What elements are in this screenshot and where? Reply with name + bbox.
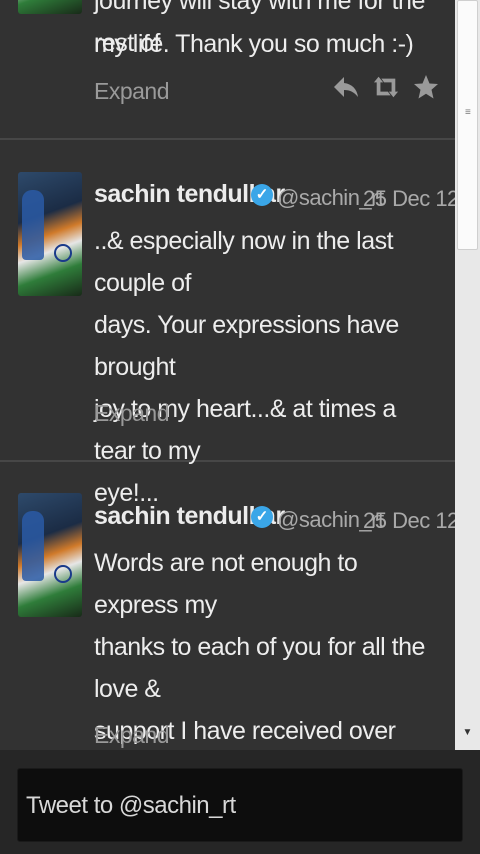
avatar[interactable] <box>18 172 82 296</box>
scrollbar-grip-icon: ≡ <box>465 107 471 118</box>
tweet-timeline[interactable]: journey will stay with me for the rest o… <box>0 0 455 750</box>
tweet-item[interactable]: sachin tendulkar ✓ @sachin_rt 25 Dec 12 … <box>0 140 455 507</box>
reply-icon[interactable] <box>333 74 359 100</box>
scrollbar-thumb[interactable]: ≡ <box>457 0 478 250</box>
tweet-compose-input[interactable]: Tweet to @sachin_rt <box>17 768 463 842</box>
expand-link[interactable]: Expand <box>94 78 170 105</box>
scrollbar[interactable]: ≡ ▼ <box>455 0 480 750</box>
retweet-icon[interactable] <box>373 74 399 100</box>
tweet-date[interactable]: 25 Dec 12 <box>363 508 455 534</box>
avatar-flag-wheel <box>54 244 72 262</box>
scroll-down-arrow-icon[interactable]: ▼ <box>455 727 480 738</box>
expand-link[interactable]: Expand <box>94 400 170 427</box>
tweet-actions <box>333 74 439 100</box>
avatar-flag-wheel <box>54 565 72 583</box>
verified-icon: ✓ <box>251 506 273 528</box>
tweet-date[interactable]: 25 Dec 12 <box>363 186 455 212</box>
tweet-item[interactable]: sachin tendulkar ✓ @sachin_rt 25 Dec 12 … <box>0 462 455 750</box>
avatar[interactable] <box>18 0 82 14</box>
compose-bar: Tweet to @sachin_rt <box>0 750 480 854</box>
avatar[interactable] <box>18 493 82 617</box>
expand-link[interactable]: Expand <box>94 722 170 749</box>
tweet-text-line: my life. Thank you so much :-) <box>94 30 414 58</box>
avatar-figure <box>22 190 44 260</box>
verified-icon: ✓ <box>251 184 273 206</box>
tweet-text: Words are not enough to express my thank… <box>94 549 425 745</box>
avatar-figure <box>22 511 44 581</box>
tweet-item[interactable]: journey will stay with me for the rest o… <box>0 0 455 140</box>
favorite-icon[interactable] <box>413 74 439 100</box>
